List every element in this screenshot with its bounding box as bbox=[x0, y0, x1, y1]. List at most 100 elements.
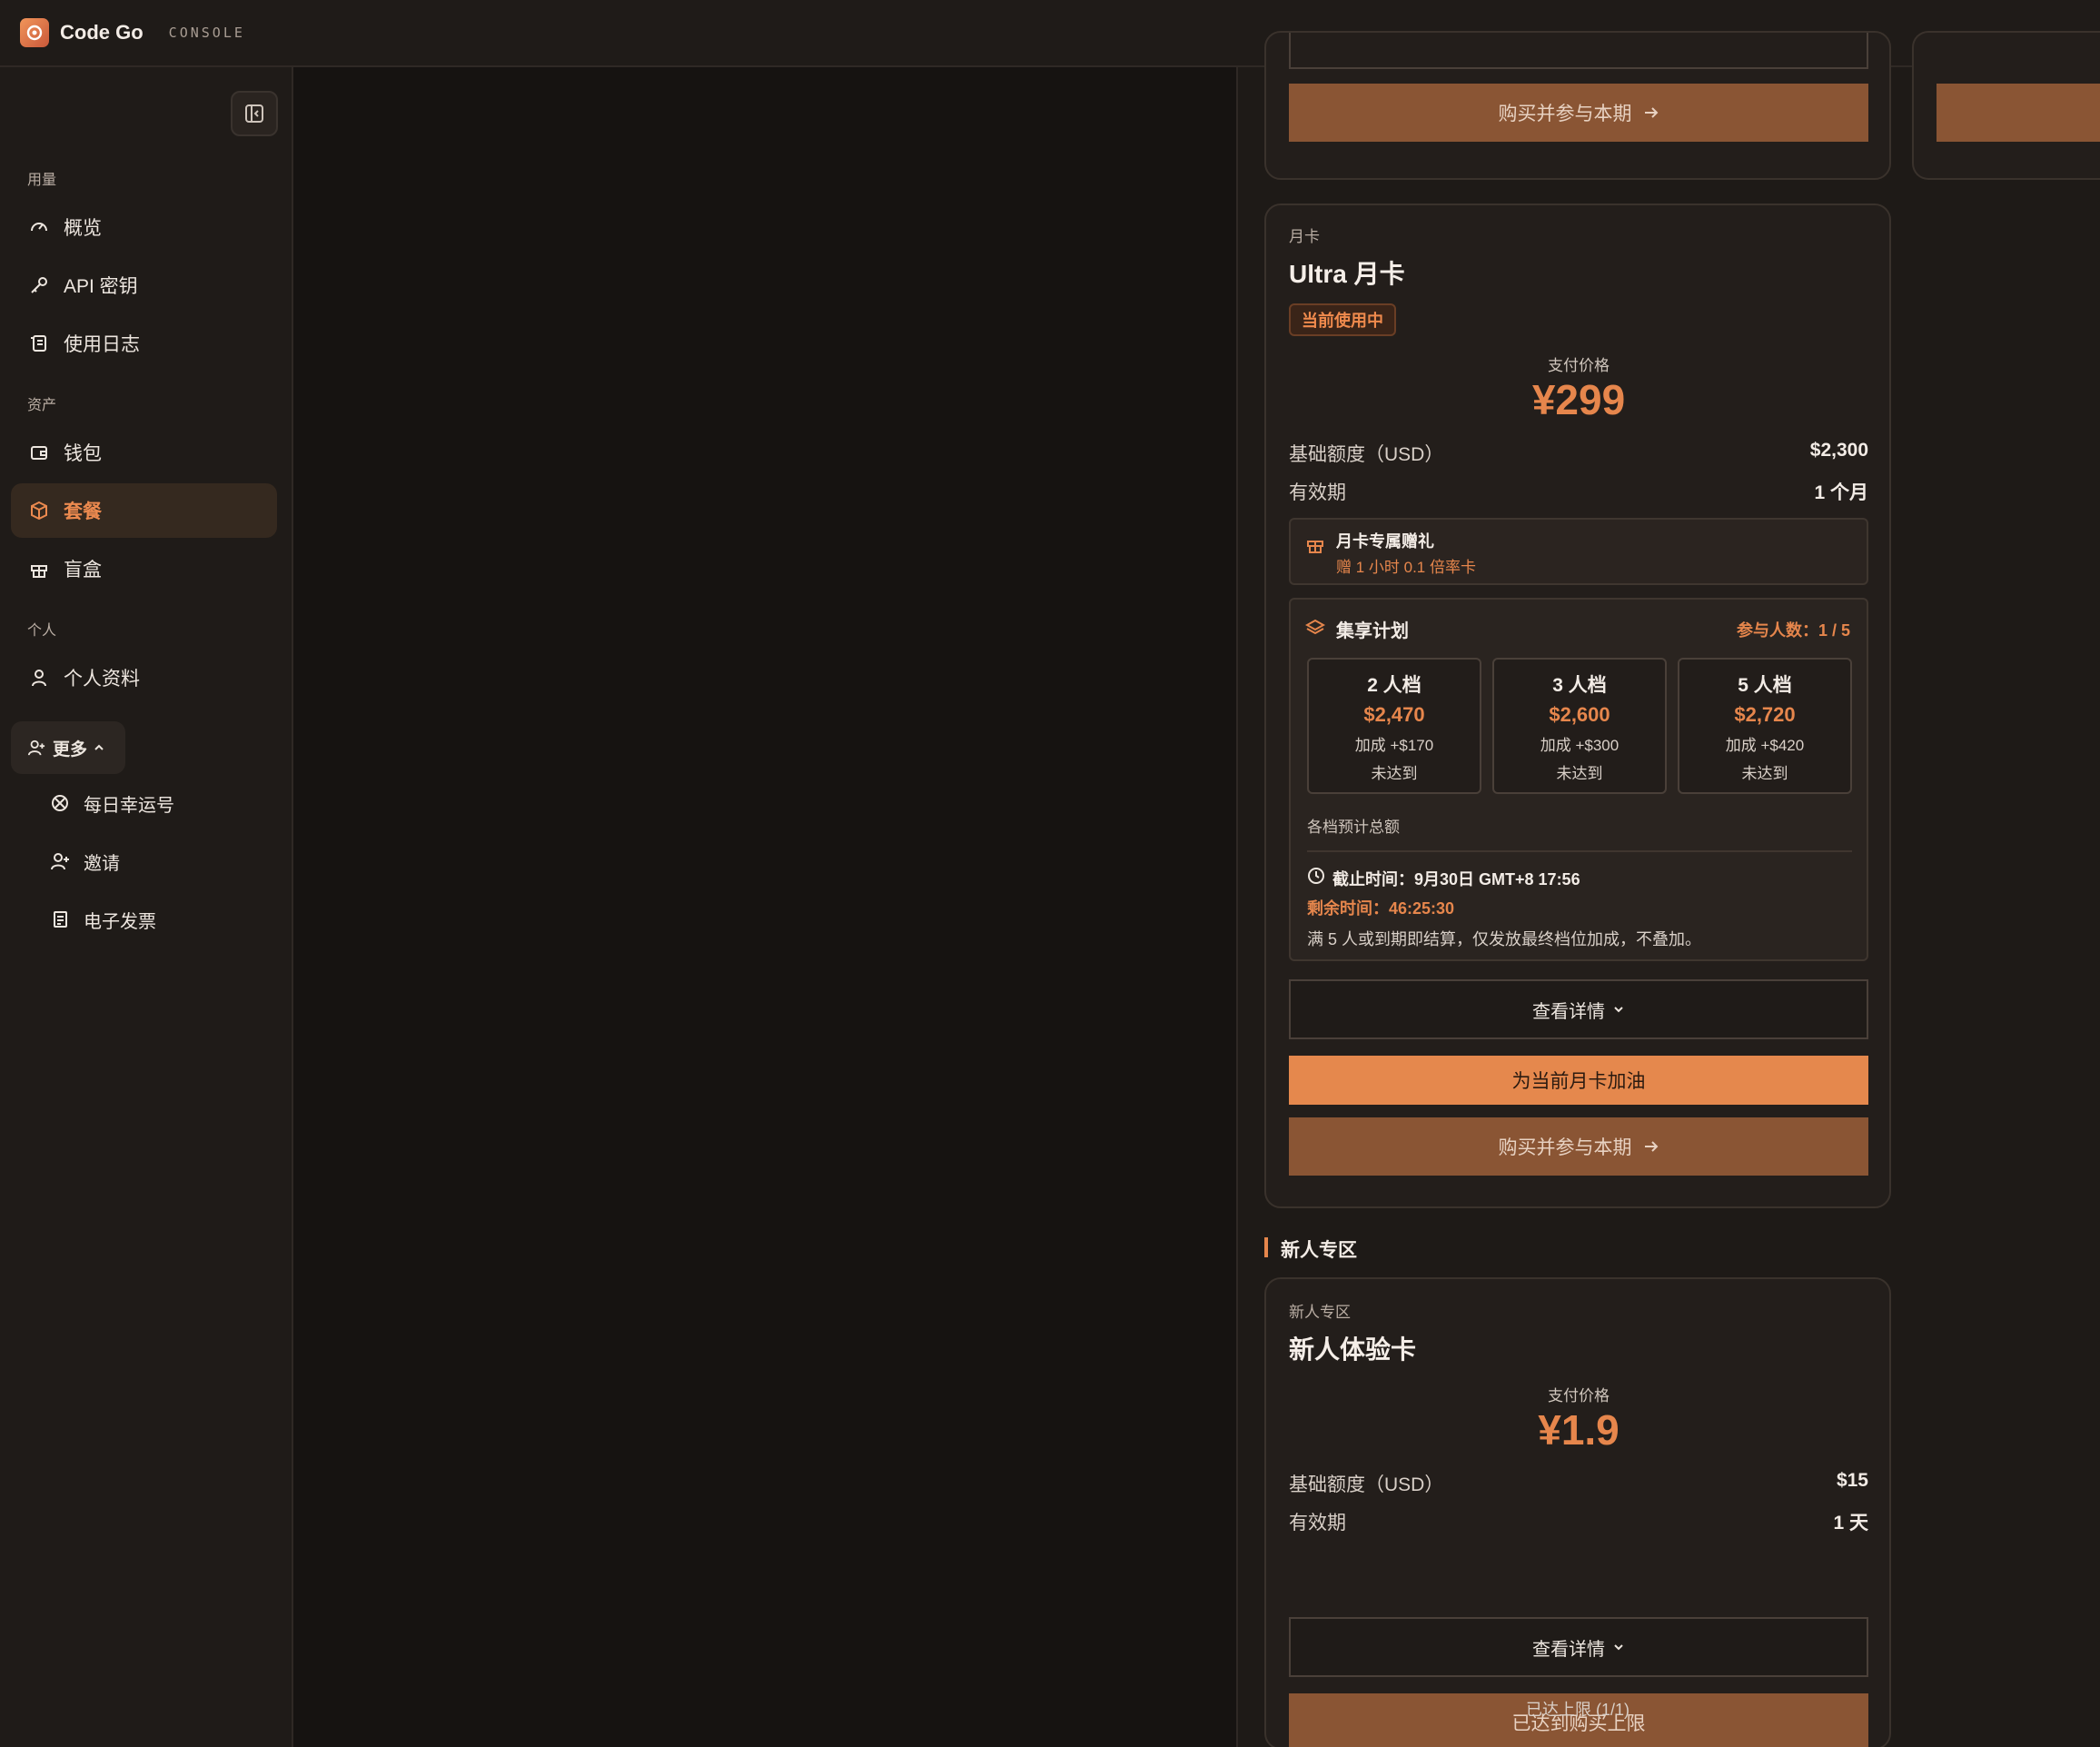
scroll-log-icon bbox=[27, 332, 51, 355]
tier-name: 2 人档 bbox=[1367, 675, 1421, 696]
validity-value: 1 个月 bbox=[1814, 482, 1868, 503]
plan-card-partial: 购买并参与本期 bbox=[1264, 31, 1891, 180]
tier-card: 5 人档 $2,720 加成 +$420 未达到 bbox=[1678, 658, 1852, 794]
view-details-button[interactable]: 查看详情 bbox=[1289, 1617, 1868, 1677]
sidebar-item-label: 使用日志 bbox=[64, 334, 140, 355]
gift-title: 月卡专属赠礼 bbox=[1336, 532, 1434, 551]
card-category: 月卡 bbox=[1289, 228, 1320, 245]
view-details-button[interactable]: 查看详情 bbox=[1289, 979, 1868, 1039]
refuel-button[interactable]: 为当前月卡加油 bbox=[1289, 1056, 1868, 1105]
section-accent-bar bbox=[1264, 1237, 1268, 1257]
base-quota-label: 基础额度（USD） bbox=[1289, 444, 1444, 465]
buy-join-label: 购买并参与本期 bbox=[1498, 1137, 1632, 1158]
gauge-icon bbox=[27, 215, 51, 239]
sidebar-item-plans[interactable]: 套餐 bbox=[11, 483, 277, 538]
plan-card-partial-right bbox=[1912, 31, 2100, 180]
buy-button-partial[interactable] bbox=[1937, 84, 2100, 142]
base-quota-label: 基础额度（USD） bbox=[1289, 1474, 1444, 1495]
validity-row: 有效期 1 天 bbox=[1289, 1508, 1868, 1535]
validity-value: 1 天 bbox=[1833, 1513, 1868, 1534]
user-plus-icon bbox=[27, 739, 45, 757]
chevron-up-icon bbox=[93, 741, 105, 754]
price-block: 支付价格 ¥299 bbox=[1266, 352, 1891, 424]
validity-label: 有效期 bbox=[1289, 482, 1346, 503]
brand-name[interactable]: Code Go bbox=[60, 21, 144, 45]
sidebar-item-wallet[interactable]: 钱包 bbox=[11, 425, 277, 480]
price-value: ¥299 bbox=[1531, 376, 1626, 423]
card-title: Ultra 月卡 bbox=[1289, 260, 1405, 288]
sidebar-item-api-keys[interactable]: API 密钥 bbox=[11, 258, 277, 313]
chevron-down-icon bbox=[1612, 1003, 1625, 1016]
section-title-newbie: 新人专区 bbox=[1281, 1240, 1357, 1261]
price-value: ¥1.9 bbox=[1538, 1406, 1620, 1454]
gift-icon bbox=[27, 557, 51, 581]
sidebar-item-label: 盲盒 bbox=[64, 560, 102, 581]
tier-value: $2,720 bbox=[1734, 703, 1796, 726]
tier-card: 3 人档 $2,600 加成 +$300 未达到 bbox=[1492, 658, 1667, 794]
settlement-rule: 满 5 人或到期即结算，仅发放最终档位加成，不叠加。 bbox=[1307, 930, 1702, 948]
more-label: 更多 bbox=[53, 739, 88, 759]
sidebar-subitem-invite[interactable]: 邀请 bbox=[36, 836, 272, 887]
sidebar-item-profile[interactable]: 个人资料 bbox=[11, 650, 277, 705]
sidebar-item-label: 概览 bbox=[64, 218, 102, 239]
buy-join-label: 购买并参与本期 bbox=[1498, 104, 1632, 124]
base-quota-value: $15 bbox=[1836, 1470, 1868, 1491]
arrow-right-icon bbox=[1643, 104, 1659, 121]
sidebar-item-overview[interactable]: 概览 bbox=[11, 200, 277, 254]
section-label-usage: 用量 bbox=[27, 173, 57, 188]
user-icon bbox=[27, 666, 51, 690]
user-plus-icon bbox=[49, 850, 71, 872]
base-quota-value: $2,300 bbox=[1809, 440, 1868, 461]
tier-bonus: 加成 +$420 bbox=[1725, 737, 1805, 754]
buy-join-button[interactable]: 购买并参与本期 bbox=[1289, 84, 1868, 142]
sidebar-collapse-button[interactable] bbox=[231, 91, 278, 136]
remaining-time: 剩余时间：46:25:30 bbox=[1307, 899, 1455, 918]
sidebar-item-label: 钱包 bbox=[64, 443, 102, 464]
tier-status: 未达到 bbox=[1741, 765, 1788, 782]
group-plan-title: 集享计划 bbox=[1336, 621, 1409, 641]
package-icon bbox=[27, 499, 51, 522]
monthly-gift-box: 月卡专属赠礼 赠 1 小时 0.1 倍率卡 bbox=[1289, 518, 1868, 585]
details-button-partial[interactable] bbox=[1289, 33, 1868, 69]
more-toggle-button[interactable]: 更多 bbox=[11, 721, 125, 774]
view-details-label: 查看详情 bbox=[1532, 1001, 1605, 1022]
console-tag: CONSOLE bbox=[168, 25, 245, 41]
document-icon bbox=[49, 908, 71, 930]
limit-note: 已达上限 (1/1) bbox=[1525, 1701, 1629, 1719]
view-details-label: 查看详情 bbox=[1532, 1639, 1605, 1660]
chevron-down-icon bbox=[1612, 1641, 1625, 1653]
gift-desc: 赠 1 小时 0.1 倍率卡 bbox=[1336, 559, 1476, 576]
validity-label: 有效期 bbox=[1289, 1513, 1346, 1534]
sidebar-subitem-label: 电子发票 bbox=[84, 911, 156, 932]
sidebar-subitem-lucky-number[interactable]: 每日幸运号 bbox=[36, 778, 272, 829]
sidebar-subitem-label: 每日幸运号 bbox=[84, 795, 174, 816]
participants-count: 参与人数：1 / 5 bbox=[1736, 621, 1850, 640]
sidebar: 用量 概览 API 密钥 使用日志 资产 钱包 套餐 盲盒 个人 个人资料 更多… bbox=[0, 67, 293, 1747]
tier-bonus: 加成 +$170 bbox=[1354, 737, 1434, 754]
clock-icon bbox=[1307, 867, 1325, 885]
wallet-icon bbox=[27, 441, 51, 464]
tier-value: $2,600 bbox=[1549, 703, 1610, 726]
card-title: 新人体验卡 bbox=[1289, 1335, 1417, 1364]
sidebar-item-label: 个人资料 bbox=[64, 669, 140, 690]
tier-name: 3 人档 bbox=[1552, 675, 1607, 696]
sidebar-subitem-label: 邀请 bbox=[84, 853, 120, 874]
lucky-badge-icon bbox=[49, 792, 71, 814]
status-badge: 当前使用中 bbox=[1289, 303, 1396, 336]
sidebar-item-label: API 密钥 bbox=[64, 276, 138, 297]
divider bbox=[1307, 850, 1852, 852]
tier-card: 2 人档 $2,470 加成 +$170 未达到 bbox=[1307, 658, 1481, 794]
sidebar-item-usage-logs[interactable]: 使用日志 bbox=[11, 316, 277, 371]
deadline-text: 截止时间：9月30日 GMT+8 17:56 bbox=[1332, 870, 1580, 888]
sidebar-item-blind-box[interactable]: 盲盒 bbox=[11, 541, 277, 596]
base-quota-row: 基础额度（USD） $2,300 bbox=[1289, 440, 1868, 467]
sidebar-item-label: 套餐 bbox=[64, 501, 102, 522]
buy-join-button[interactable]: 购买并参与本期 bbox=[1289, 1117, 1868, 1176]
tier-name: 5 人档 bbox=[1738, 675, 1792, 696]
logo-icon[interactable] bbox=[20, 18, 49, 47]
arrow-right-icon bbox=[1643, 1138, 1659, 1155]
group-plan-box: 集享计划 参与人数：1 / 5 2 人档 $2,470 加成 +$170 未达到… bbox=[1289, 598, 1868, 961]
tiers-note: 各档预计总额 bbox=[1307, 819, 1400, 836]
card-category: 新人专区 bbox=[1289, 1304, 1351, 1321]
sidebar-subitem-invoice[interactable]: 电子发票 bbox=[36, 894, 272, 945]
